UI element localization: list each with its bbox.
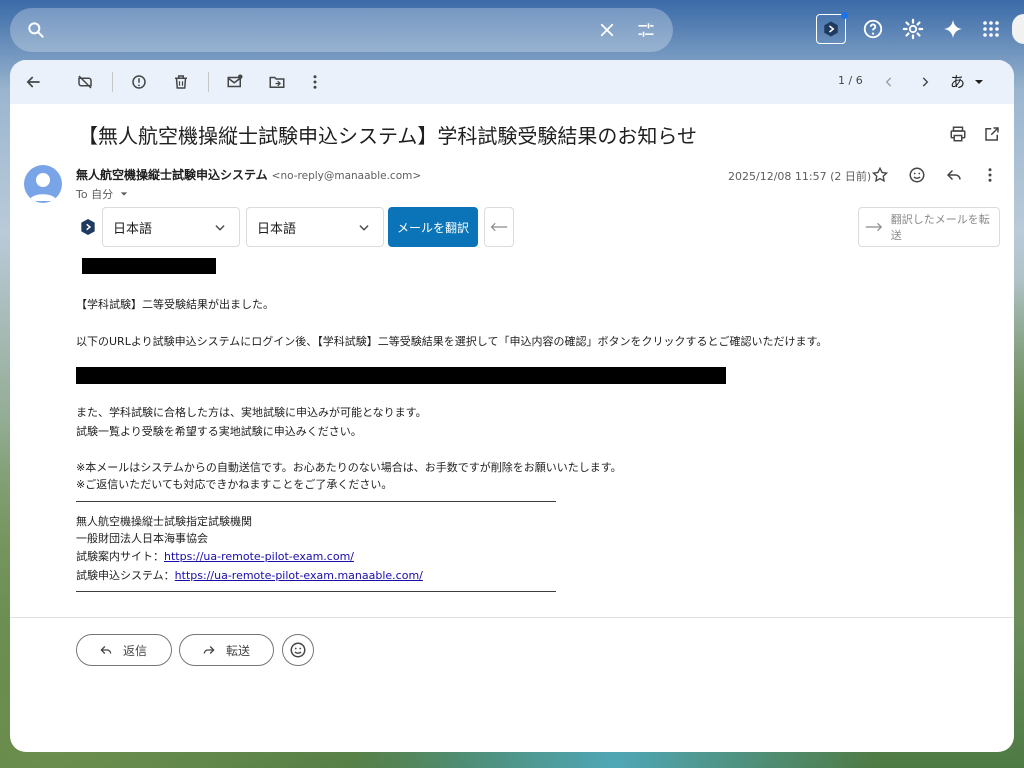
body-line: ※本メールはシステムからの自動送信です。お心あたりのない場合は、お手数ですが削除…: [76, 461, 622, 474]
apps-icon[interactable]: [976, 14, 1006, 44]
translate-email-button[interactable]: メールを翻訳: [388, 207, 478, 247]
notification-dot: [841, 12, 848, 19]
input-method-selector[interactable]: あ: [950, 71, 984, 92]
chevron-down-icon: [359, 225, 369, 231]
guide-site-link[interactable]: https://ua-remote-pilot-exam.com/: [164, 550, 354, 563]
source-language-value: 日本語: [113, 221, 153, 237]
translate-extension-icon: [80, 218, 96, 236]
forward-icon: [203, 646, 215, 654]
prev-email-icon[interactable]: [874, 67, 904, 97]
revert-translation-button[interactable]: [484, 207, 514, 247]
extension-icon[interactable]: [816, 12, 848, 44]
search-input[interactable]: [10, 8, 673, 52]
email-toolbar: 1 / 6 あ: [10, 60, 1014, 104]
gemini-sparkle-icon[interactable]: [938, 14, 968, 44]
pager-count: 1 / 6: [838, 74, 863, 87]
target-language-value: 日本語: [257, 221, 297, 237]
apply-system-link[interactable]: https://ua-remote-pilot-exam.manaable.co…: [175, 569, 423, 582]
tune-icon[interactable]: [636, 20, 656, 40]
redacted-block: [76, 367, 726, 384]
forward-button[interactable]: 転送: [179, 634, 274, 666]
apply-system-line: 試験申込システム：https://ua-remote-pilot-exam.ma…: [76, 567, 423, 583]
emoji-react-icon[interactable]: [905, 163, 929, 187]
back-arrow-icon[interactable]: [18, 67, 48, 97]
more-vert-icon[interactable]: [300, 67, 330, 97]
chevron-down-icon: [215, 225, 225, 231]
toolbar-separator: [208, 72, 209, 92]
mark-unread-icon[interactable]: [220, 67, 250, 97]
redacted-block: [82, 258, 216, 274]
next-email-icon[interactable]: [910, 67, 940, 97]
body-line: ※ご返信いただいても対応できかねますことをご了承ください。: [76, 478, 393, 491]
reply-icon[interactable]: [942, 163, 966, 187]
sender-email: <no-reply@manaable.com>: [271, 170, 422, 182]
move-to-icon[interactable]: [262, 67, 292, 97]
more-vert-icon[interactable]: [978, 163, 1002, 187]
emoji-reaction-button[interactable]: [282, 634, 314, 666]
close-icon[interactable]: [598, 21, 616, 39]
input-method-label: あ: [950, 73, 966, 91]
sender-name[interactable]: 無人航空機操縦士試験申込システム <no-reply@manaable.com>: [76, 166, 421, 183]
forward-translated-label: 翻訳したメールを転送: [890, 213, 990, 242]
caret-down-icon: [120, 192, 127, 196]
separator-line: [76, 501, 556, 502]
forward-label: 転送: [226, 643, 251, 658]
recipient-details[interactable]: To 自分: [76, 186, 128, 202]
org-name: 無人航空機操縦士試験指定試験機関: [76, 515, 252, 528]
delete-icon[interactable]: [166, 67, 196, 97]
reply-icon: [100, 646, 112, 654]
recipient-text: To 自分: [76, 188, 114, 201]
body-line: 試験一覧より受験を希望する実地試験に申込みください。: [76, 425, 362, 438]
snooze-off-icon[interactable]: [70, 67, 100, 97]
caret-down-icon: [974, 80, 983, 84]
separator-line: [76, 591, 556, 592]
org-association: 一般財団法人日本海事協会: [76, 532, 208, 545]
email-subject: 【無人航空機操縦士試験申込システム】学科試験受験結果のお知らせ: [78, 124, 697, 148]
guide-site-line: 試験案内サイト：https://ua-remote-pilot-exam.com…: [76, 548, 354, 564]
target-language-select[interactable]: 日本語: [246, 207, 384, 247]
body-line: 以下のURLより試験申込システムにログイン後、【学科試験】二等受験結果を選択して…: [76, 335, 828, 348]
content-divider: [10, 617, 1014, 618]
toolbar-separator: [112, 72, 113, 92]
print-icon[interactable]: [946, 122, 970, 146]
sender-name-text: 無人航空機操縦士試験申込システム: [76, 168, 268, 182]
forward-translated-button[interactable]: 翻訳したメールを転送: [858, 207, 1000, 247]
report-spam-icon[interactable]: [124, 67, 154, 97]
star-icon[interactable]: [868, 163, 892, 187]
emoji-icon: [290, 642, 306, 658]
source-language-select[interactable]: 日本語: [102, 207, 240, 247]
arrow-right-icon: [865, 222, 883, 232]
apply-system-label: 試験申込システム：: [76, 569, 175, 582]
search-icon[interactable]: [26, 20, 46, 40]
help-icon[interactable]: [858, 14, 888, 44]
body-line: 【学科試験】二等受験結果が出ました。: [76, 298, 274, 311]
reply-button[interactable]: 返信: [76, 634, 172, 666]
email-panel: 1 / 6 あ 【無人航空機操縦士試験申込システム】学科試験受験結果のお知らせ …: [10, 60, 1014, 752]
settings-icon[interactable]: [898, 14, 928, 44]
body-line: また、学科試験に合格した方は、実地試験に申込みが可能となります。: [76, 406, 427, 419]
open-new-window-icon[interactable]: [980, 122, 1004, 146]
reply-label: 返信: [123, 643, 148, 658]
email-date: 2025/12/08 11:57 (2 日前): [728, 170, 872, 183]
avatar[interactable]: [24, 165, 62, 203]
account-avatar[interactable]: [1012, 14, 1024, 44]
guide-site-label: 試験案内サイト：: [76, 550, 164, 563]
top-bar: [0, 0, 1024, 58]
arrow-left-icon: [490, 222, 508, 232]
